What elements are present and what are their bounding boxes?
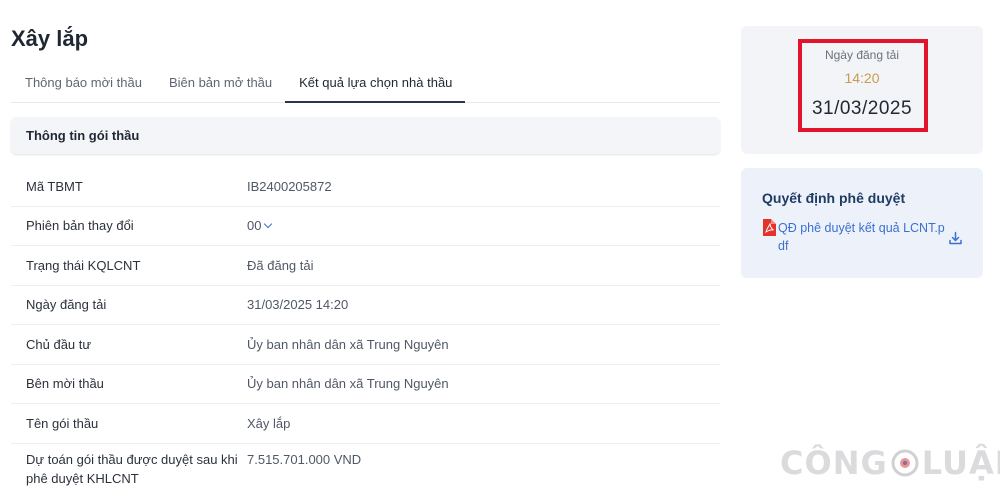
watermark-logo-icon <box>891 449 919 477</box>
table-row: Ngày đăng tải 31/03/2025 14:20 <box>11 286 720 325</box>
decision-title: Quyết định phê duyệt <box>762 190 906 206</box>
info-table: Mã TBMT IB2400205872 Phiên bản thay đổi … <box>11 167 720 490</box>
highlight-box <box>798 39 928 132</box>
row-label: Dự toán gói thầu được duyệt sau khi phê … <box>26 451 238 486</box>
table-row: Trạng thái KQLCNT Đã đăng tải <box>11 246 720 286</box>
watermark-text-1: CÔNG <box>780 444 888 482</box>
table-row: Phiên bản thay đổi 00 <box>11 207 720 246</box>
row-value: Đã đăng tải <box>247 257 314 273</box>
row-label: Trạng thái KQLCNT <box>26 257 141 273</box>
table-row: Chủ đầu tư Ủy ban nhân dân xã Trung Nguy… <box>11 325 720 365</box>
row-value: 7.515.701.000 VND <box>247 451 362 467</box>
decision-file-link[interactable]: QĐ phê duyệt kết quả LCNT.pdf <box>778 219 946 255</box>
row-value: Ủy ban nhân dân xã Trung Nguyên <box>247 336 449 352</box>
chevron-down-icon <box>264 220 273 229</box>
table-row: Mã TBMT IB2400205872 <box>11 167 720 207</box>
table-row: Dự toán gói thầu được duyệt sau khi phê … <box>11 444 720 490</box>
row-label: Phiên bản thay đổi <box>26 218 134 234</box>
table-row: Tên gói thầu Xây lắp <box>11 404 720 444</box>
row-label: Chủ đầu tư <box>26 336 92 352</box>
tab-bar: Thông báo mời thầu Biên bản mở thầu Kết … <box>11 60 720 103</box>
row-label: Bên mời thầu <box>26 376 104 392</box>
version-value: 00 <box>247 218 262 234</box>
page-title: Xây lắp <box>11 26 89 51</box>
row-value: IB2400205872 <box>247 178 332 194</box>
row-value: Xây lắp <box>247 415 291 431</box>
row-label: Ngày đăng tải <box>26 297 107 313</box>
table-row: Bên mời thầu Ủy ban nhân dân xã Trung Ng… <box>11 365 720 404</box>
row-label: Tên gói thầu <box>26 415 99 431</box>
row-value: 31/03/2025 14:20 <box>247 297 349 313</box>
row-label: Mã TBMT <box>26 178 83 194</box>
tab-bien-ban-mo-thau[interactable]: Biên bản mở thầu <box>155 60 285 103</box>
tab-ket-qua-lua-chon-nha-thau[interactable]: Kết quả lựa chọn nhà thầu <box>285 60 466 103</box>
watermark: CÔNG LUẬN <box>780 444 1000 482</box>
version-dropdown[interactable]: 00 <box>247 216 273 235</box>
download-icon[interactable] <box>948 231 963 246</box>
tab-thong-bao-moi-thau[interactable]: Thông báo mời thầu <box>11 60 155 103</box>
section-header: Thông tin gói thầu <box>11 117 720 154</box>
pdf-icon <box>763 219 776 236</box>
watermark-text-2: LUẬN <box>921 444 1000 482</box>
row-value: Ủy ban nhân dân xã Trung Nguyên <box>247 376 449 392</box>
